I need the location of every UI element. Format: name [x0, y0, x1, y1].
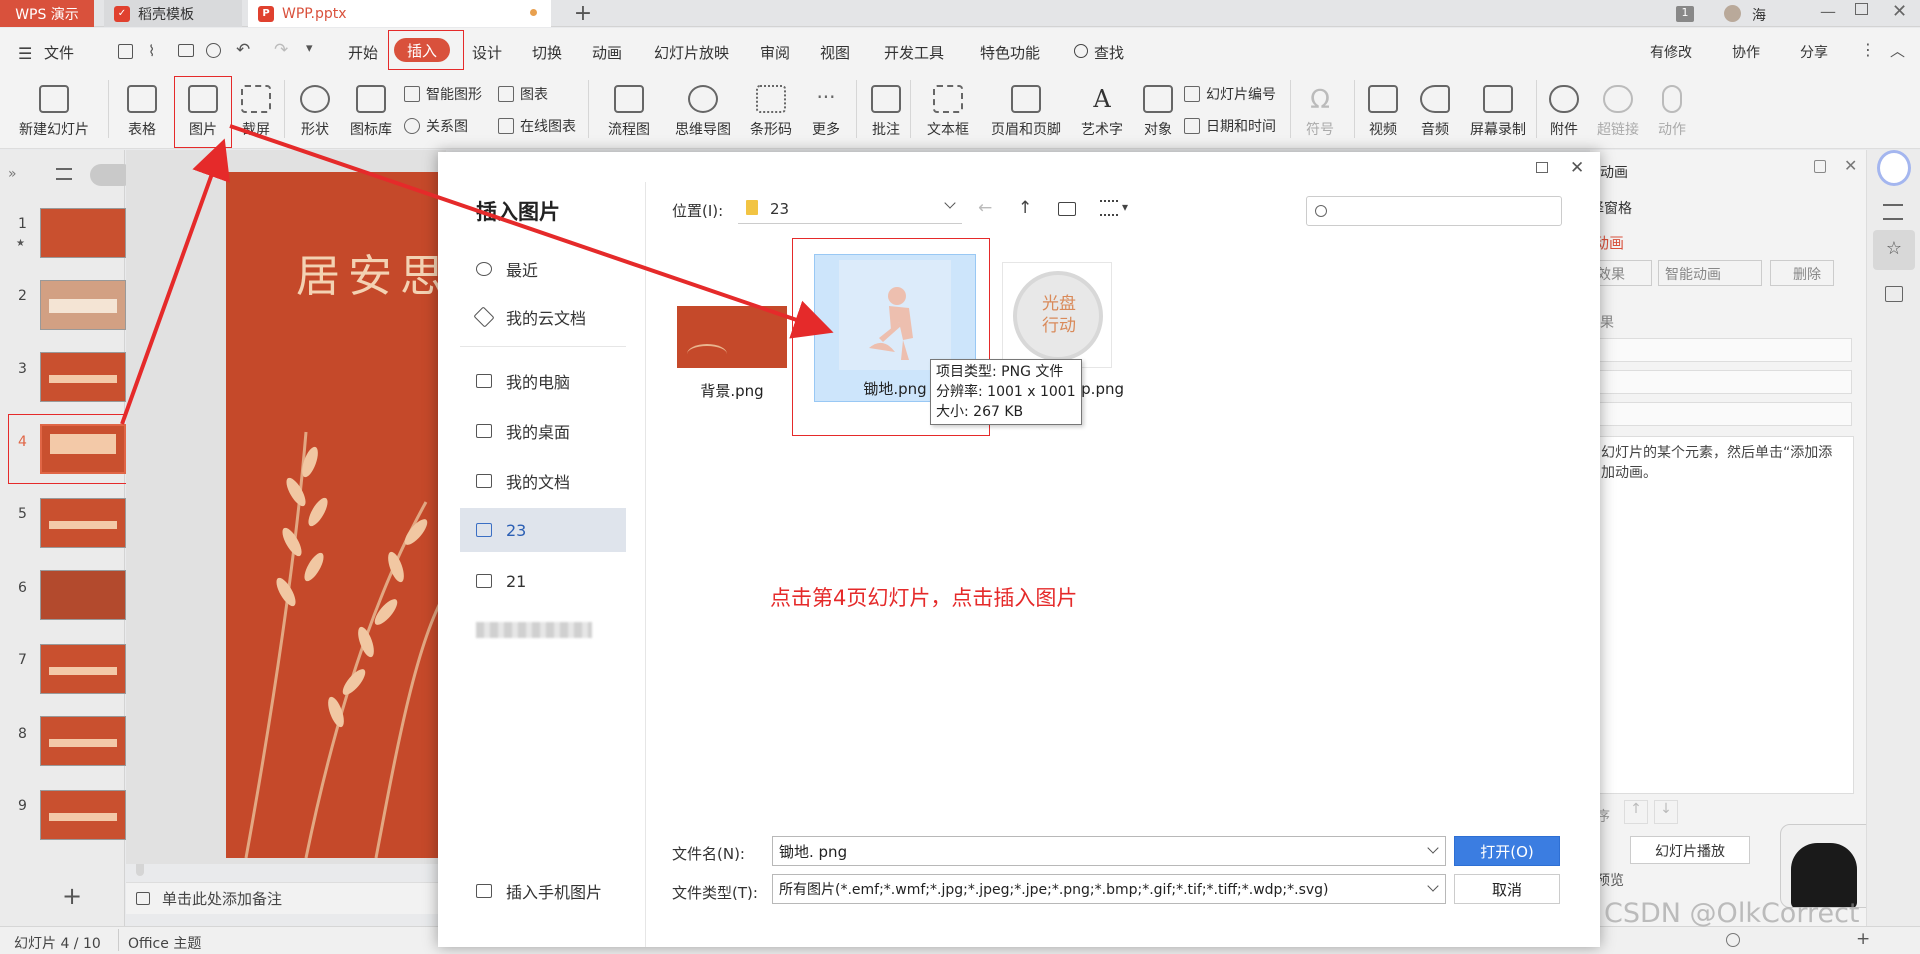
arrow-to-picture: [120, 138, 230, 425]
arrow-to-file: [229, 124, 834, 339]
annotation-arrows: [120, 124, 834, 425]
watermark: CSDN @OlkCorrect: [1604, 898, 1860, 929]
